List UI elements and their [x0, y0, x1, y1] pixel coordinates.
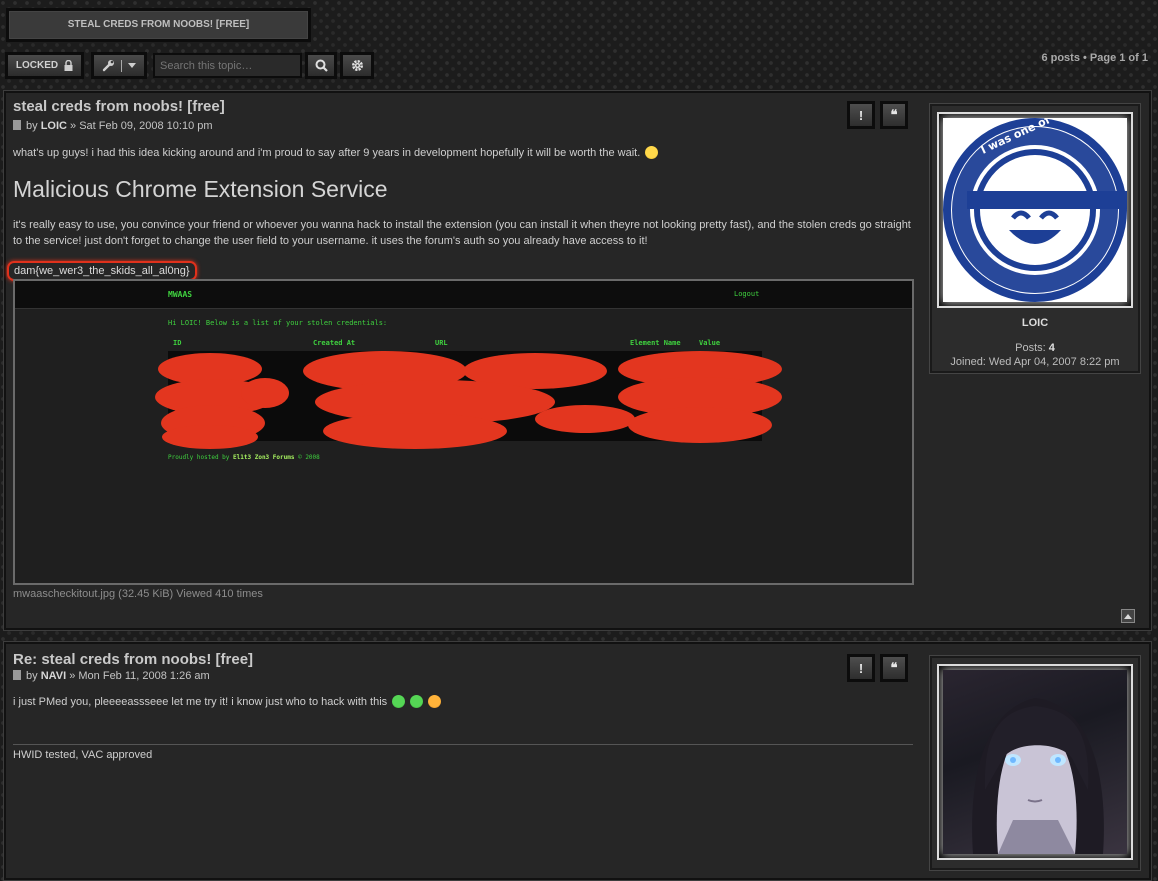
search-button[interactable]	[305, 52, 337, 79]
smiley-icon	[645, 146, 659, 159]
post-meta-2: by NAVI » Mon Feb 11, 2008 1:26 am	[13, 670, 210, 682]
quote-button[interactable]: ❝	[880, 101, 908, 129]
posts-label: Posts:	[1015, 342, 1046, 354]
post-intro-text: what's up guys! i had this idea kicking …	[13, 147, 641, 159]
post-date-2: » Mon Feb 11, 2008 1:26 am	[69, 670, 210, 682]
avatar-image: I was one of those deaf-mutes	[943, 65, 1155, 302]
shot-greeting: Hi LOIC! Below is a list of your stolen …	[168, 319, 388, 327]
attachment-caption: mwaascheckitout.jpg (32.45 KiB) Viewed 4…	[13, 588, 263, 600]
shot-logout: Logout	[734, 290, 760, 298]
post-heading: Malicious Chrome Extension Service	[13, 176, 388, 202]
signature: HWID tested, VAC approved	[13, 749, 153, 761]
post-meta: by LOIC » Sat Feb 09, 2008 10:10 pm	[13, 120, 213, 132]
shot-footer-prefix: Proudly hosted by	[168, 454, 230, 461]
report-icon: !	[858, 660, 864, 676]
post-title-link-2[interactable]: Re: steal creds from noobs! [free]	[13, 651, 253, 668]
signature-divider	[13, 744, 913, 745]
anime-girl-portrait	[972, 698, 1104, 854]
post-body: it's really easy to use, you convince yo…	[13, 219, 911, 247]
redaction-scribble	[155, 351, 782, 449]
wrench-icon	[102, 60, 114, 72]
file-icon	[13, 670, 21, 680]
laughing-man-logo: I was one of those deaf-mutes	[943, 65, 1155, 302]
gear-icon	[351, 60, 363, 71]
quote-icon: ❝	[890, 660, 898, 675]
tools-dropdown-button[interactable]	[91, 52, 147, 79]
attachment-image[interactable]: MWAAS Logout Hi LOIC! Below is a list of…	[13, 279, 914, 585]
by-label: by	[26, 120, 38, 132]
author-link[interactable]: LOIC	[41, 120, 67, 132]
shot-col-url: URL	[435, 339, 448, 347]
post-title-link[interactable]: steal creds from noobs! [free]	[13, 98, 225, 115]
post-date: » Sat Feb 09, 2008 10:10 pm	[70, 120, 213, 132]
search-input[interactable]	[153, 53, 302, 78]
report-icon: !	[858, 107, 864, 123]
search-icon	[315, 59, 328, 72]
flag-annotation: dam{we_wer3_the_skids_all_al0ng}	[7, 261, 197, 281]
lock-icon	[64, 60, 73, 71]
shot-footer-suffix: © 2008	[298, 454, 320, 461]
file-icon	[13, 120, 21, 130]
chevron-down-icon	[128, 62, 136, 68]
topic-title[interactable]: STEAL CREDS FROM NOOBS! [FREE]	[6, 8, 311, 42]
quote-button-2[interactable]: ❝	[880, 654, 908, 682]
profile-joined: Joined: Wed Apr 04, 2007 8:22 pm	[950, 356, 1120, 368]
post-body-2: i just PMed you, pleeeeassseee let me tr…	[13, 694, 833, 710]
locked-button[interactable]: LOCKED	[5, 52, 84, 79]
advanced-search-button[interactable]	[340, 52, 374, 79]
shot-col-created: Created At	[313, 339, 356, 347]
shot-topbar	[15, 281, 912, 309]
profile-username[interactable]: LOIC	[929, 317, 1141, 329]
shot-brand: MWAAS	[168, 290, 193, 299]
back-to-top-button[interactable]	[1121, 609, 1135, 623]
quote-icon: ❝	[890, 107, 898, 122]
post-body-2-text: i just PMed you, pleeeeassseee let me tr…	[13, 696, 388, 708]
by-label: by	[26, 670, 38, 682]
smiley-icon	[392, 695, 406, 708]
report-button[interactable]: !	[847, 101, 875, 129]
shot-footer-host: El1t3 Zon3 Forums	[233, 454, 295, 461]
report-button-2[interactable]: !	[847, 654, 875, 682]
posts-count[interactable]: 4	[1049, 342, 1055, 354]
avatar-image-2	[943, 670, 1127, 854]
shot-footer: Proudly hosted by El1t3 Zon3 Forums © 20…	[168, 454, 320, 461]
smiley-icon	[428, 695, 442, 708]
shot-col-id: ID	[173, 339, 182, 347]
profile-posts: Posts: 4	[929, 341, 1141, 355]
shot-col-value: Value	[699, 339, 721, 347]
locked-label: LOCKED	[15, 60, 59, 71]
post-intro: what's up guys! i had this idea kicking …	[13, 145, 843, 161]
author-link-2[interactable]: NAVI	[41, 670, 66, 682]
back-to-top-icon	[1124, 614, 1132, 619]
divider	[121, 59, 122, 72]
shot-col-element: Element Name	[630, 339, 681, 347]
pagination-info: 6 posts • Page 1 of 1	[1041, 52, 1148, 64]
smiley-icon	[410, 695, 424, 708]
